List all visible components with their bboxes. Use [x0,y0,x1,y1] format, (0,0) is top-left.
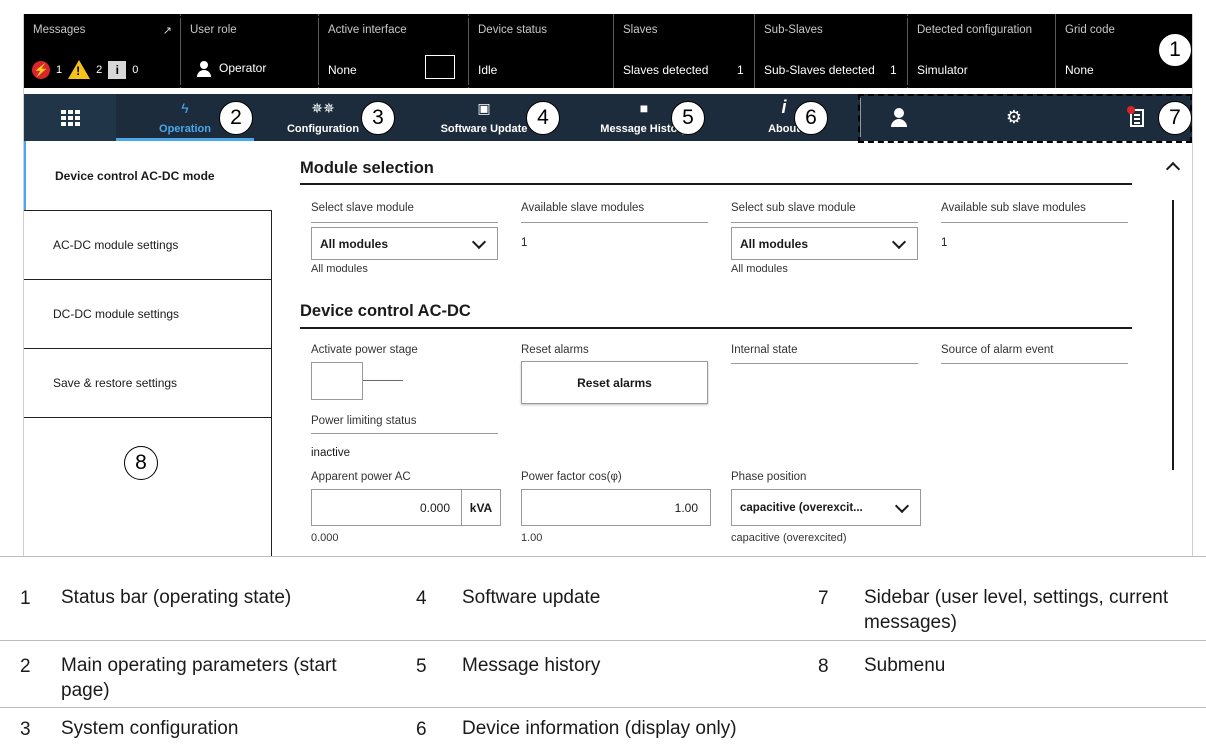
callout-3: 3 [361,101,395,135]
module-selection-title: Module selection [300,159,434,177]
apparent-power-value: 0.000 [419,501,450,515]
apparent-power-unit: kVA [461,490,500,525]
legend-number: 3 [20,719,31,740]
reset-alarms-button-label: Reset alarms [577,375,652,390]
apparent-power-label: Apparent power AC [311,471,411,483]
submenu-item-save-restore[interactable]: Save & restore settings [24,348,271,417]
callout-6: 6 [794,101,828,135]
callout-2: 2 [219,101,253,135]
select-slave-sub: All modules [311,263,368,275]
activate-power-label: Activate power stage [311,344,418,356]
app-screenshot: Messages ↗ ⚡ 1 ! 2 i 0 User role Operato… [23,14,1193,556]
field-underline [941,363,1128,364]
legend-text: Main operating parameters (start page) [61,655,337,701]
apparent-power-sub: 0.000 [311,532,339,544]
apparent-power-input[interactable]: 0.000 kVA [311,489,501,526]
reset-alarms-button[interactable]: Reset alarms [521,361,708,404]
power-factor-sub: 1.00 [521,532,543,544]
chevron-down-icon [891,234,907,250]
submenu-item-label: Device control AC-DC mode [55,168,215,183]
submenu-empty-area [24,417,271,556]
legend-row-rule [0,640,1206,641]
select-sub-slave-dropdown[interactable]: All modules [731,227,918,260]
phase-position-value: capacitive (overexcit... [740,501,863,514]
internal-state-label: Internal state [731,344,798,356]
select-sub-slave-label: Select sub slave module [731,202,856,214]
legend-text: Submenu [864,655,946,676]
callout-7: 7 [1158,101,1192,135]
submenu-item-label: AC-DC module settings [53,238,179,252]
field-underline [941,222,1128,223]
legend-text: System configuration [61,718,239,739]
legend: 1 Status bar (operating state) 4 Softwar… [0,556,1206,746]
submenu-divider [271,210,272,556]
submenu-item-acdc-settings[interactable]: AC-DC module settings [24,210,271,279]
power-factor-input[interactable]: 1.00 [521,489,711,526]
scrollbar[interactable] [1172,200,1174,470]
select-slave-value: All modules [320,236,389,251]
callout-5: 5 [671,101,705,135]
reset-alarms-label: Reset alarms [521,344,589,356]
callout-1: 1 [1158,33,1192,67]
legend-number: 7 [818,588,829,609]
legend-top-rule [0,556,1206,557]
available-slave-label: Available slave modules [521,202,645,214]
submenu: Device control AC-DC mode AC-DC module s… [24,141,272,556]
legend-text: Device information (display only) [462,718,737,739]
submenu-item-device-control[interactable]: Device control AC-DC mode [24,141,271,210]
legend-text: Sidebar (user level, settings, current m… [864,587,1169,633]
app-grid-button[interactable] [24,94,116,141]
select-sub-slave-sub: All modules [731,263,788,275]
submenu-item-label: Save & restore settings [53,376,178,390]
power-limiting-label: Power limiting status [311,415,417,427]
phase-position-dropdown[interactable]: capacitive (overexcit... [731,489,921,526]
legend-row-rule [0,707,1206,708]
phase-position-label: Phase position [731,471,807,483]
legend-number: 8 [818,656,829,677]
phase-position-sub: capacitive (overexcited) [731,532,847,544]
power-factor-value: 1.00 [674,501,698,515]
select-slave-dropdown[interactable]: All modules [311,227,498,260]
available-sub-slave-value: 1 [941,237,948,249]
power-factor-label: Power factor cos(φ) [521,471,622,483]
field-underline [311,222,498,223]
legend-text: Software update [462,587,601,608]
field-underline [731,222,918,223]
legend-number: 6 [416,719,427,740]
section-divider [300,327,1132,329]
chevron-down-icon [894,498,910,514]
source-alarm-label: Source of alarm event [941,344,1054,356]
chevron-down-icon [471,234,487,250]
callout-frame-status-bar [26,16,1192,87]
grid-icon [60,109,80,126]
submenu-item-label: DC-DC module settings [53,307,180,321]
scroll-up-icon[interactable] [1165,161,1181,177]
submenu-item-dcdc-settings[interactable]: DC-DC module settings [24,279,271,348]
select-sub-slave-value: All modules [740,236,809,251]
callout-4: 4 [526,101,560,135]
section-divider [300,183,1132,185]
activate-power-toggle[interactable] [311,362,363,400]
power-limiting-value: inactive [311,447,350,459]
legend-text: Status bar (operating state) [61,587,292,608]
available-sub-slave-label: Available sub slave modules [941,202,1086,214]
toggle-track [363,380,403,381]
device-control-title: Device control AC-DC [300,302,471,320]
legend-number: 2 [20,656,31,677]
field-underline [311,433,498,434]
main-content: Module selection Select slave module All… [300,141,1132,556]
legend-number: 1 [20,588,31,609]
available-slave-value: 1 [521,237,528,249]
field-underline [521,222,708,223]
field-underline [731,363,918,364]
legend-number: 4 [416,588,427,609]
legend-text: Message history [462,655,601,676]
callout-frame-sidebar [858,94,1192,143]
select-slave-label: Select slave module [311,202,414,214]
legend-number: 5 [416,656,427,677]
callout-8: 8 [124,446,158,480]
